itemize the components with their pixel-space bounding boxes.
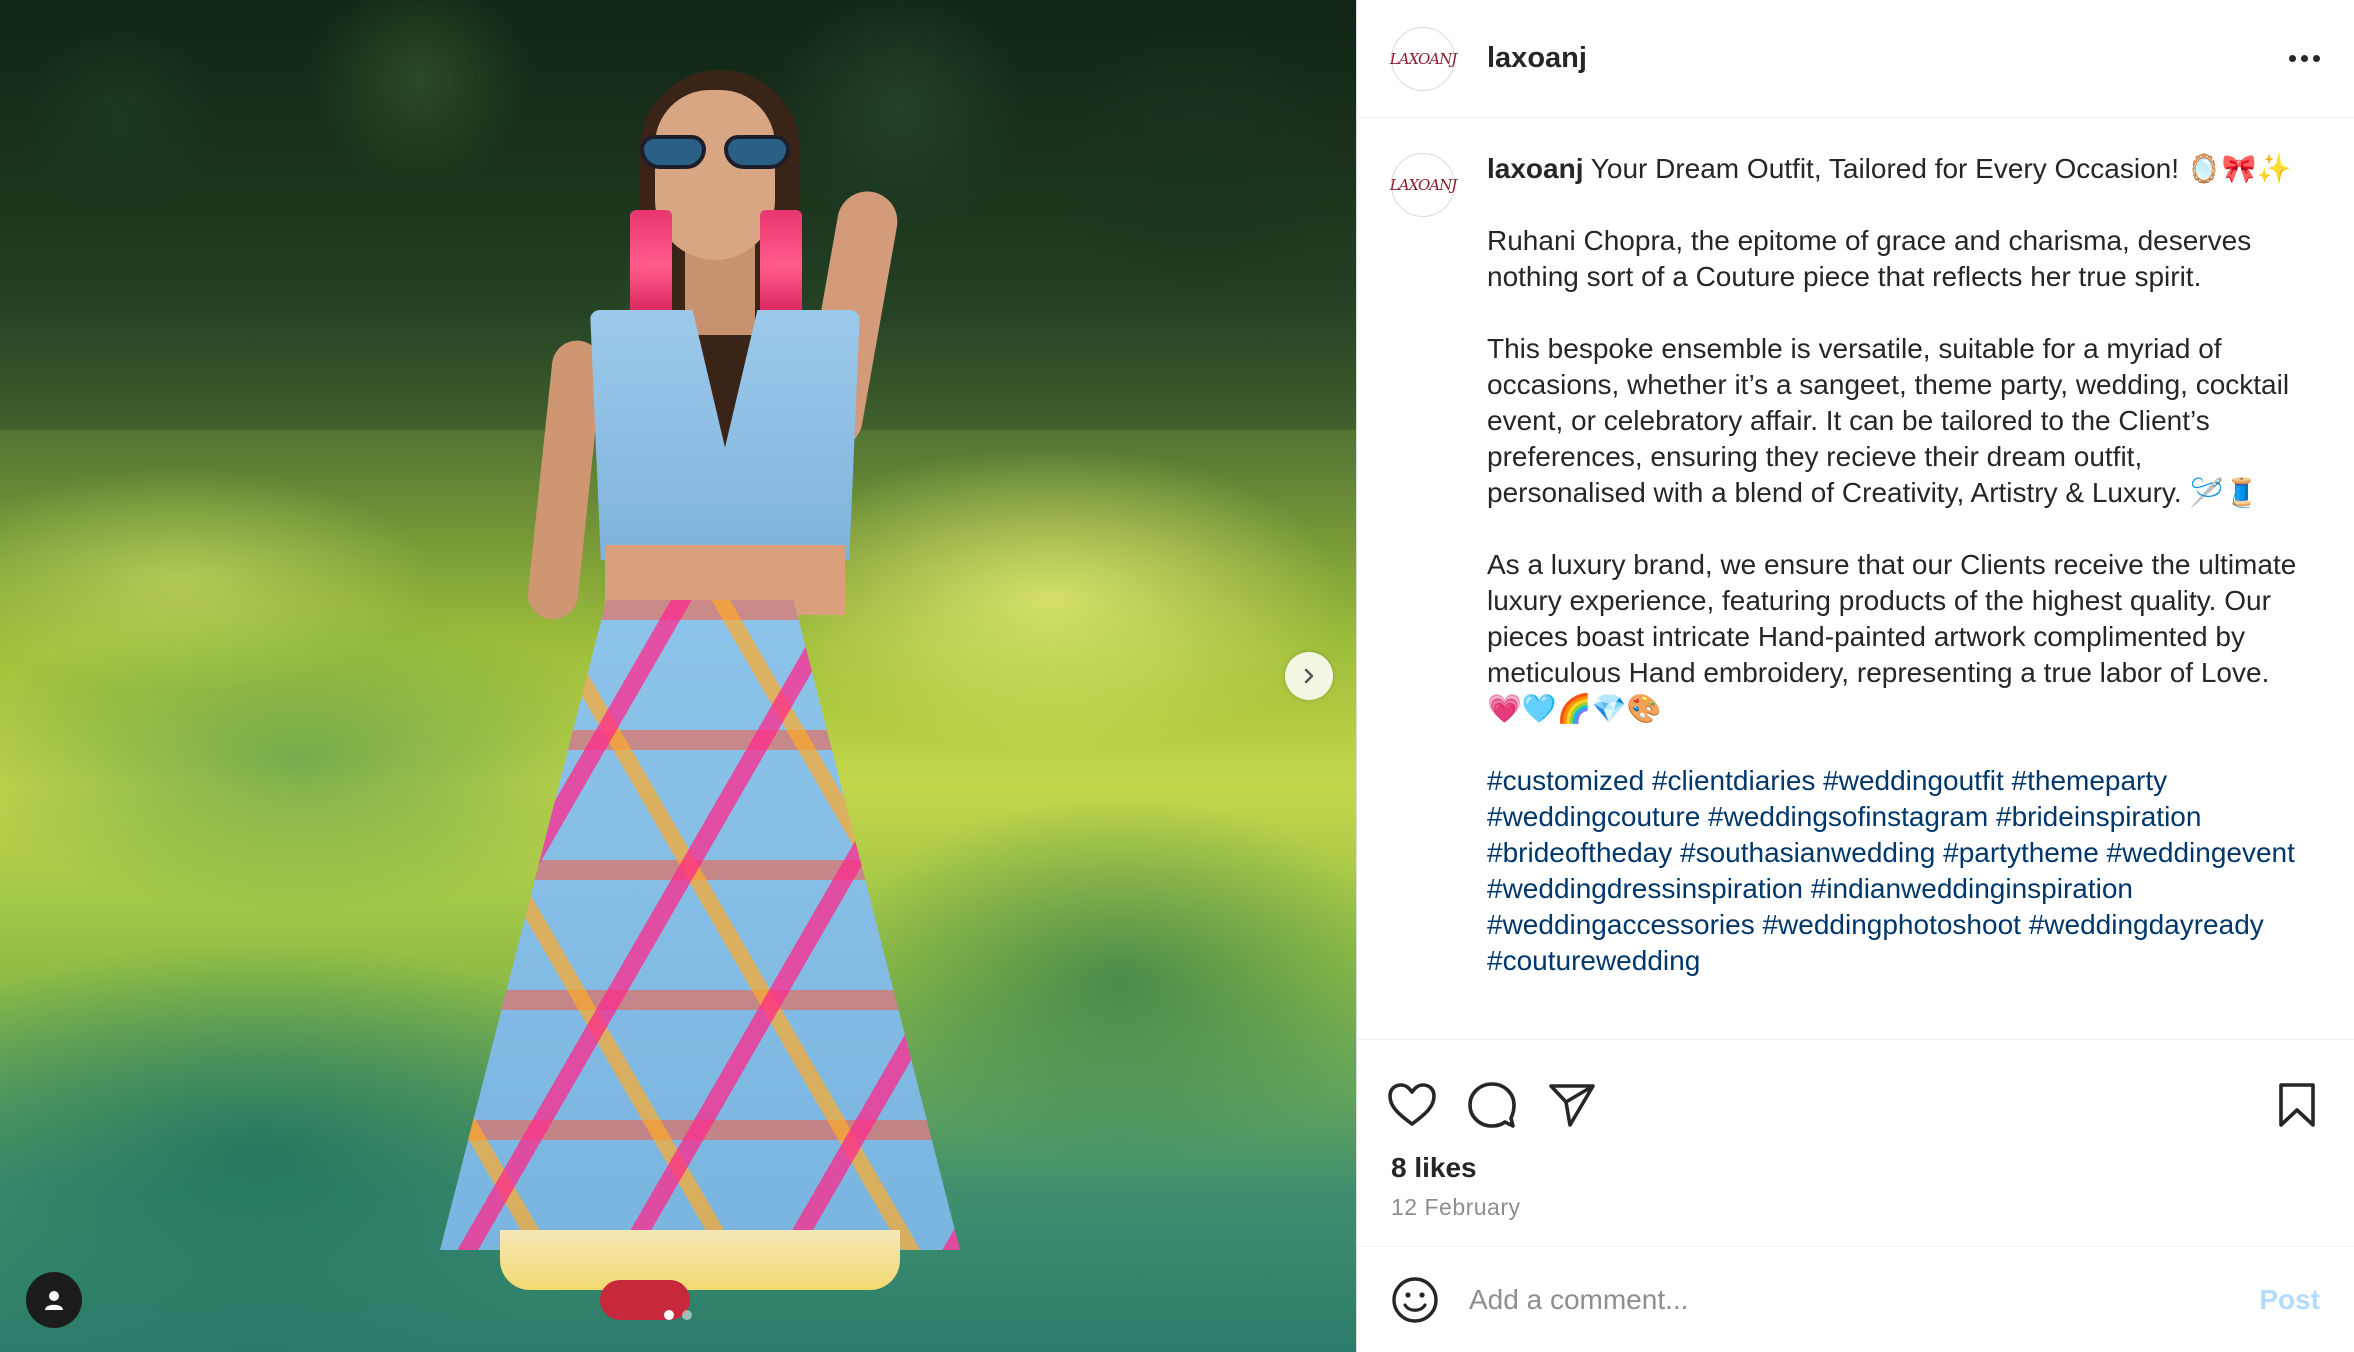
comment-icon [1468, 1082, 1516, 1128]
caption-hashtags[interactable]: #customized #clientdiaries #weddingoutfi… [1487, 763, 2307, 979]
caption-scroll-area[interactable]: LAXOANJ laxoanj Your Dream Outfit, Tailo… [1357, 119, 2354, 1039]
face [655, 90, 775, 260]
carousel-dot [682, 1310, 692, 1320]
instagram-post-modal: LAXOANJ laxoanj LAXOANJ laxoanj Your Dre… [0, 0, 2354, 1352]
lehenga-skirt [440, 600, 960, 1250]
post-comment-button[interactable]: Post [2259, 1284, 2320, 1316]
post-media[interactable] [0, 0, 1356, 1352]
send-icon [1549, 1084, 1595, 1127]
carousel-dot-active [664, 1310, 674, 1320]
caption-paragraph-3: As a luxury brand, we ensure that our Cl… [1487, 549, 2297, 688]
carousel-indicator [0, 1310, 1356, 1320]
like-button[interactable] [1383, 1076, 1441, 1134]
caption-paragraph-2: This bespoke ensemble is versatile, suit… [1487, 333, 2290, 508]
comment-input[interactable]: Add a comment... [1469, 1284, 2259, 1316]
caption-paragraph-2-emoji: 🪡🧵 [2189, 476, 2260, 509]
caption-avatar[interactable]: LAXOANJ [1390, 153, 1457, 217]
lowered-arm [525, 338, 605, 622]
caption: laxoanj Your Dream Outfit, Tailored for … [1487, 151, 2307, 1039]
post-header: LAXOANJ laxoanj [1357, 0, 2354, 118]
caption-paragraph-1: Ruhani Chopra, the epitome of grace and … [1487, 225, 2252, 292]
caption-first-line-emoji: 🪞🎀✨ [2186, 152, 2292, 185]
caption-first-line: Your Dream Outfit, Tailored for Every Oc… [1590, 153, 2180, 184]
share-button[interactable] [1543, 1076, 1601, 1134]
bookmark-icon [2279, 1083, 2315, 1127]
post-details-panel: LAXOANJ laxoanj LAXOANJ laxoanj Your Dre… [1356, 0, 2354, 1352]
likes-count[interactable]: 8 likes [1357, 1140, 2354, 1184]
save-button[interactable] [2268, 1076, 2326, 1134]
avatar[interactable]: LAXOANJ [1390, 26, 1457, 91]
post-date[interactable]: 12 February [1357, 1184, 2354, 1221]
carousel-next-button[interactable] [1285, 652, 1333, 700]
caption-paragraph-3-emoji: 💗🩵🌈💎🎨 [1487, 692, 1662, 725]
petticoat [500, 1230, 900, 1290]
comment-bar: Add a comment... Post [1357, 1246, 2354, 1352]
actions-area: 8 likes 12 February [1357, 1039, 2354, 1221]
header-username[interactable]: laxoanj [1487, 42, 1587, 75]
caption-username[interactable]: laxoanj [1487, 153, 1583, 184]
action-bar [1357, 1040, 2354, 1140]
more-options-icon[interactable] [2289, 45, 2320, 72]
sunglasses [640, 135, 790, 175]
model-figure [440, 40, 960, 1340]
earring-left [630, 210, 672, 320]
comment-button[interactable] [1463, 1076, 1521, 1134]
smiley-icon[interactable] [1391, 1276, 1439, 1324]
earring-right [760, 210, 802, 320]
heart-icon [1388, 1083, 1436, 1126]
chevron-right-icon [1304, 668, 1314, 684]
